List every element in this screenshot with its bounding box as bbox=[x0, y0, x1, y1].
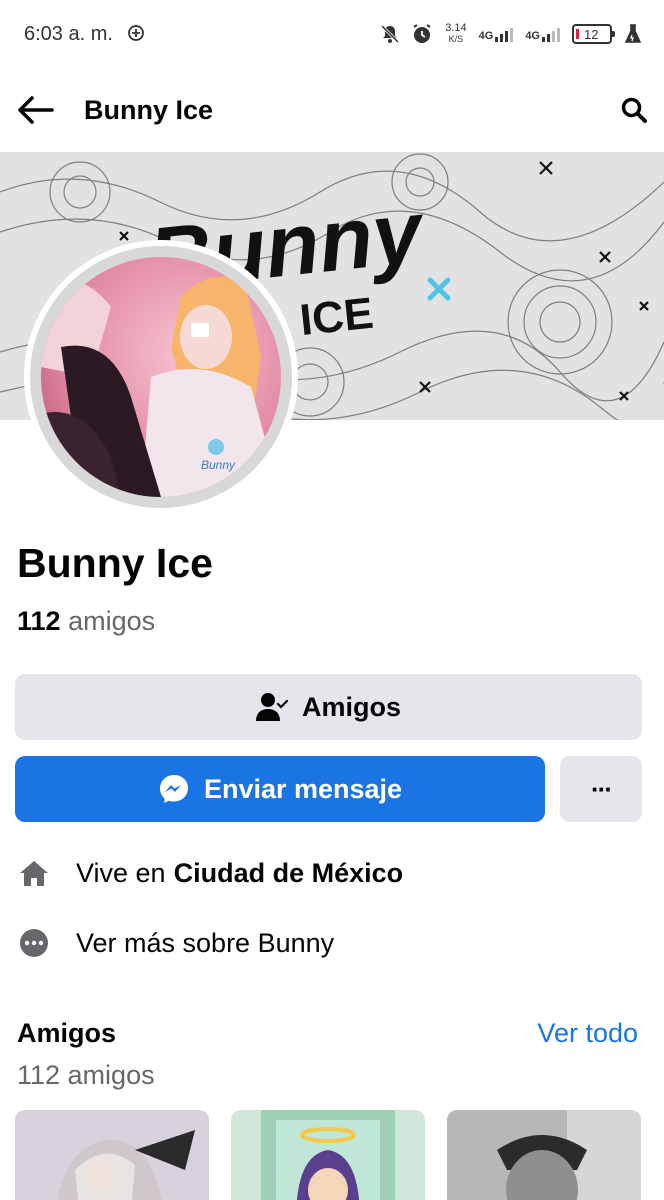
friend-card[interactable] bbox=[15, 1110, 209, 1200]
friend-card[interactable] bbox=[447, 1110, 641, 1200]
location-pin-icon bbox=[127, 24, 145, 44]
status-right: 3.14 K/S 4G 4G 12 bbox=[381, 23, 642, 45]
home-icon bbox=[17, 856, 51, 890]
friends-number: 112 bbox=[17, 606, 61, 636]
network-type-1: 4G bbox=[478, 30, 494, 42]
network-type-2: 4G bbox=[525, 30, 540, 42]
user-check-icon bbox=[255, 693, 288, 721]
back-button[interactable] bbox=[16, 88, 60, 132]
lives-in-row: Vive en Ciudad de México bbox=[17, 856, 403, 890]
friend-card[interactable] bbox=[231, 1110, 425, 1200]
friends-button[interactable]: Amigos bbox=[15, 674, 642, 740]
cover-logo-sub: ICE bbox=[298, 289, 376, 345]
top-app-bar: Bunny Ice bbox=[0, 68, 664, 152]
alarm-icon bbox=[411, 23, 433, 45]
status-time: 6:03 a. m. bbox=[24, 23, 145, 46]
search-button[interactable] bbox=[604, 88, 648, 132]
friends-section-title: Amigos bbox=[17, 1018, 117, 1048]
profile-friends-count: 112 amigos bbox=[17, 606, 155, 637]
network-speed: 3.14 K/S bbox=[445, 23, 466, 45]
profile-name: Bunny Ice bbox=[17, 540, 213, 586]
send-message-label: Enviar mensaje bbox=[203, 773, 403, 804]
see-more-about-row[interactable]: Ver más sobre Bunny bbox=[17, 926, 334, 960]
battery-level: 12 bbox=[584, 26, 599, 42]
more-options-button[interactable]: ··· bbox=[560, 756, 642, 822]
status-bar: 6:03 a. m. 3.14 K/S 4G 4G 12 bbox=[0, 0, 664, 68]
signal-bars-icon bbox=[542, 26, 560, 42]
send-message-button[interactable]: Enviar mensaje bbox=[15, 756, 545, 822]
see-all-friends-link[interactable]: Ver todo bbox=[537, 1018, 638, 1049]
more-info-icon bbox=[17, 926, 51, 960]
speed-unit: K/S bbox=[448, 34, 464, 44]
flask-icon bbox=[624, 24, 642, 44]
speed-value: 3.14 bbox=[445, 22, 467, 34]
messenger-icon bbox=[159, 775, 188, 803]
notifications-off-icon bbox=[381, 24, 400, 44]
signal-1: 4G bbox=[479, 26, 514, 42]
back-arrow-icon bbox=[18, 96, 54, 124]
friends-word: amigos bbox=[68, 606, 156, 636]
signal-2: 4G bbox=[525, 26, 560, 42]
friends-section-count: 112 amigos bbox=[17, 1060, 155, 1090]
profile-avatar[interactable]: Bunny bbox=[24, 240, 298, 514]
avatar-border: Bunny bbox=[30, 246, 292, 508]
lives-in-city[interactable]: Ciudad de México bbox=[174, 858, 404, 889]
avatar-photo: Bunny bbox=[41, 257, 281, 497]
avatar-watermark: Bunny bbox=[201, 458, 236, 472]
see-more-about-label: Ver más sobre Bunny bbox=[76, 927, 335, 958]
page-title: Bunny Ice bbox=[84, 94, 214, 125]
lives-in-prefix: Vive en bbox=[76, 857, 166, 888]
clock-text: 6:03 a. m. bbox=[24, 22, 113, 45]
friends-button-label: Amigos bbox=[301, 691, 401, 722]
more-options-icon: ··· bbox=[591, 773, 613, 804]
search-icon bbox=[621, 97, 647, 123]
signal-bars-icon bbox=[495, 26, 514, 42]
battery-indicator: 12 bbox=[572, 24, 615, 44]
